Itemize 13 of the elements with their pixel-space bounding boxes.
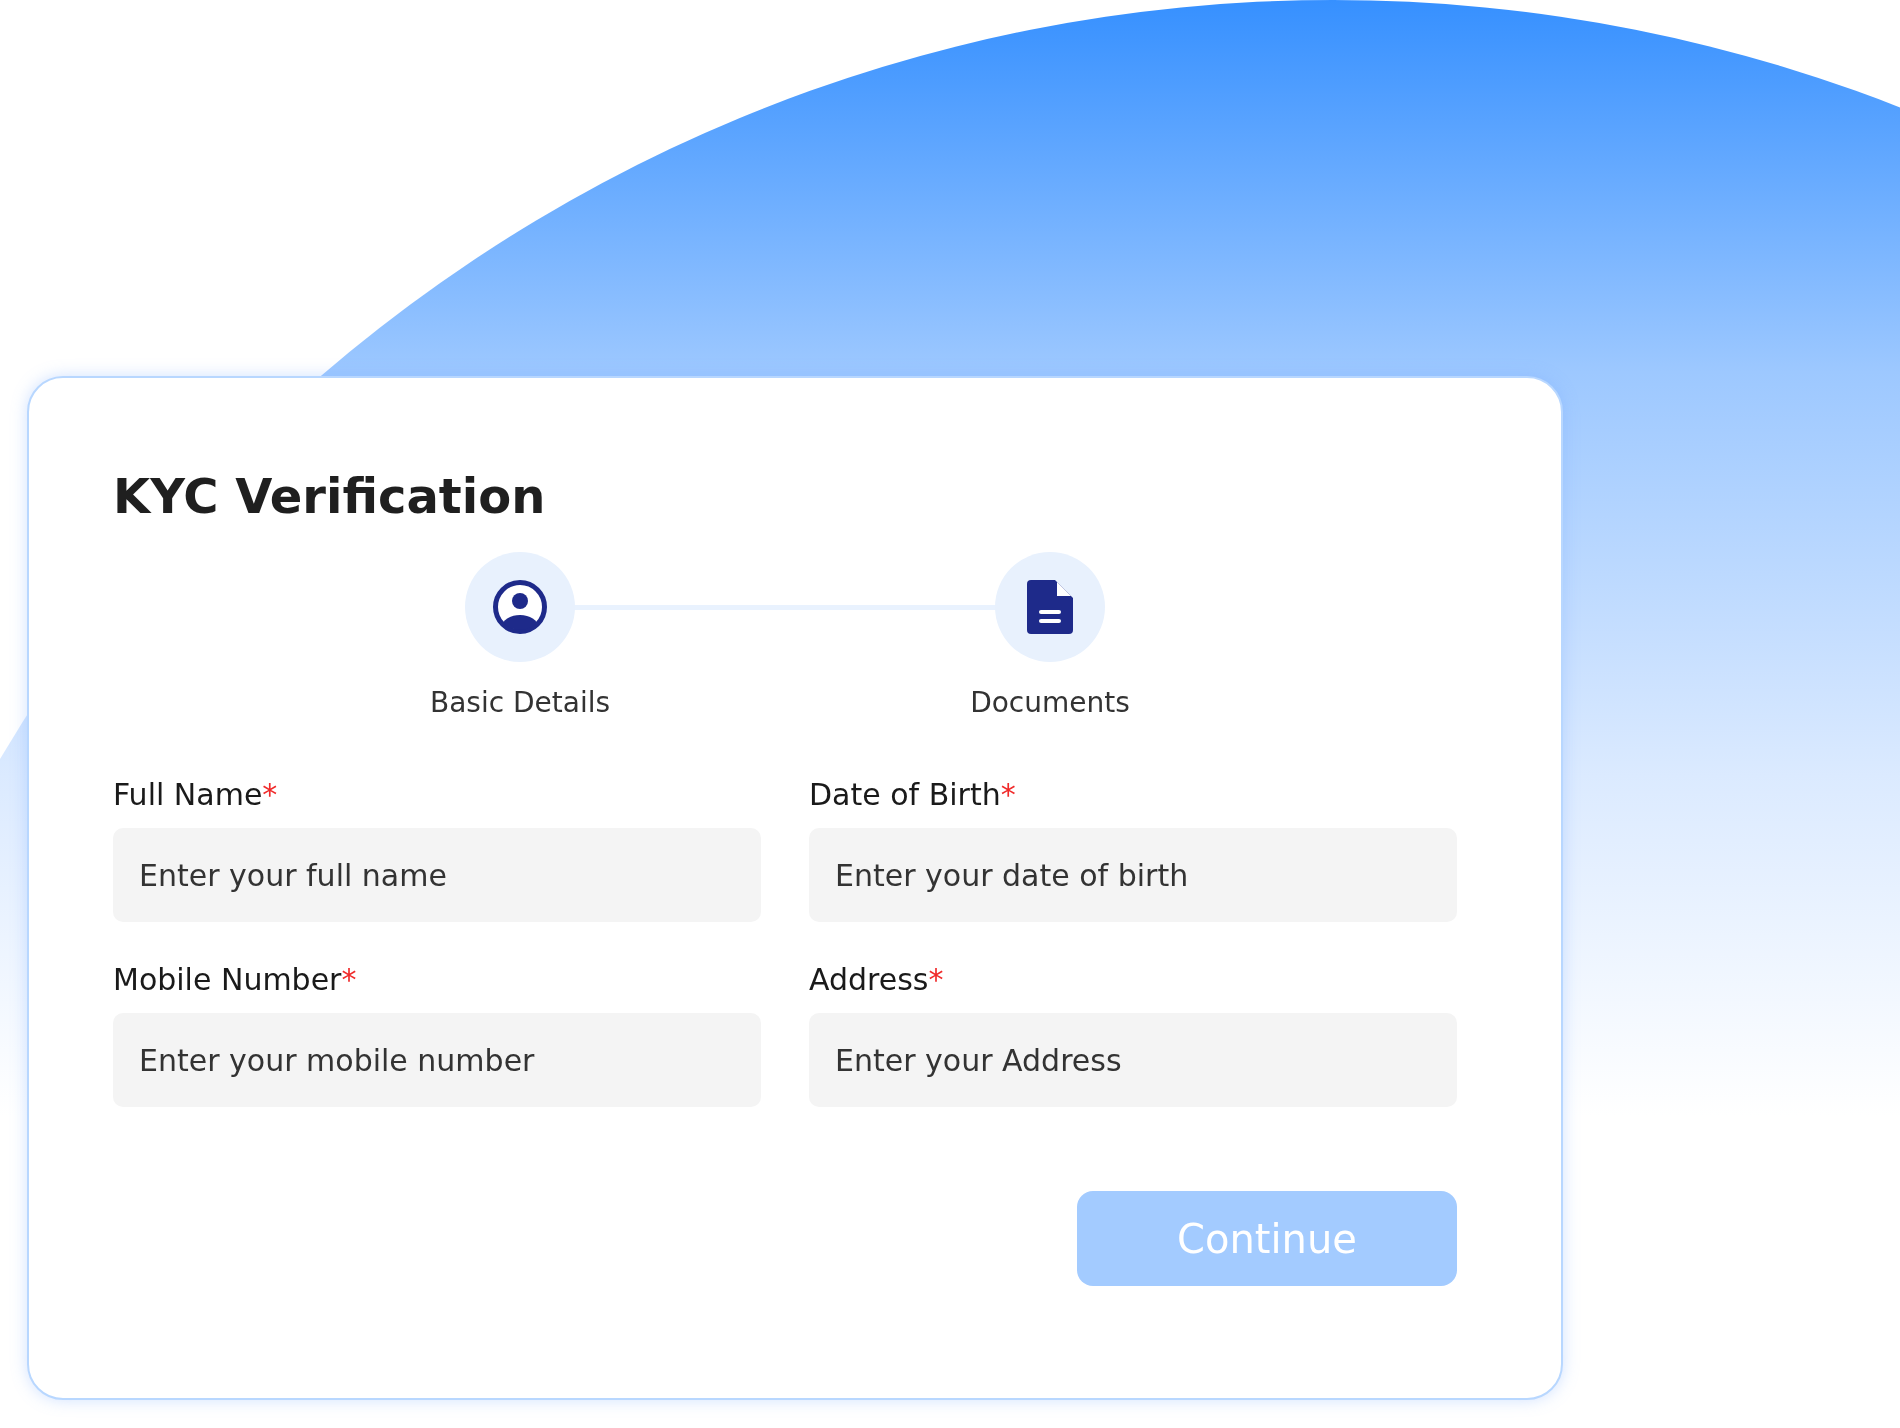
field-label: Full Name* xyxy=(113,777,279,812)
input-field[interactable]: Enter your mobile number xyxy=(113,1013,761,1107)
step-label: Documents xyxy=(970,686,1130,719)
user-icon xyxy=(492,579,548,635)
form-title: KYC Verification xyxy=(113,468,547,524)
field-label: Date of Birth* xyxy=(809,777,1017,812)
input-field[interactable]: Enter your full name xyxy=(113,828,761,922)
document-icon xyxy=(1027,580,1073,634)
step-label: Basic Details xyxy=(429,686,611,719)
input-field[interactable]: Enter your Address xyxy=(809,1013,1457,1107)
field-label: Address* xyxy=(809,962,945,997)
input-field[interactable]: Enter your date of birth xyxy=(809,828,1457,922)
field-label: Mobile Number* xyxy=(113,962,358,997)
